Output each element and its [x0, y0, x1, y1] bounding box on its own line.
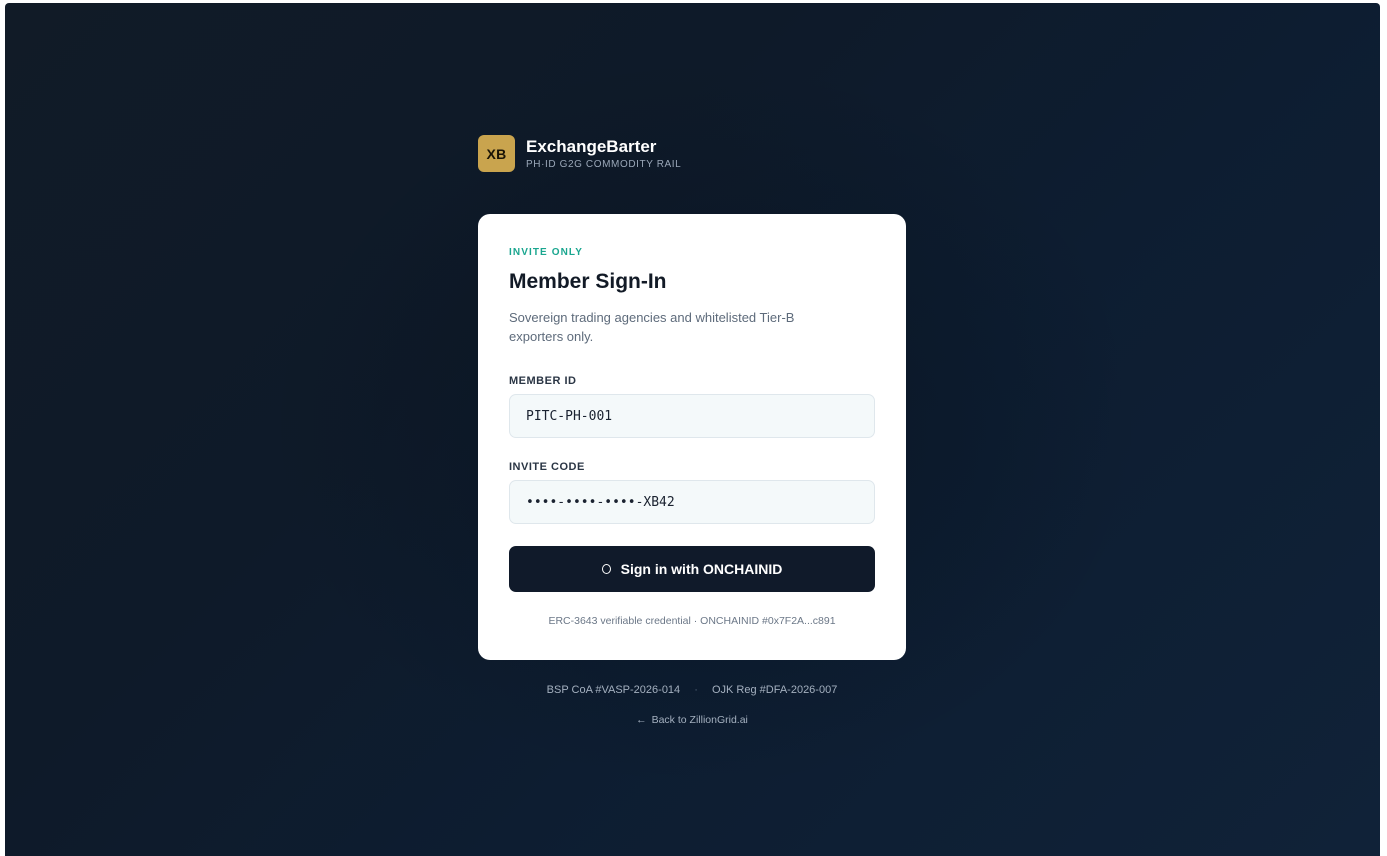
page-title: Member Sign-In: [509, 270, 667, 293]
member-id-label: MEMBER ID: [509, 375, 577, 387]
member-id-input[interactable]: PITC-PH-001: [509, 394, 875, 438]
brand-name: ExchangeBarter: [526, 137, 657, 156]
invite-code-input[interactable]: ••••-••••-••••-XB42: [509, 480, 875, 524]
ring-icon: [601, 564, 611, 574]
bsp-registration: BSP CoA #VASP-2026-014: [546, 684, 681, 696]
ojk-registration: OJK Reg #DFA-2026-007: [711, 684, 838, 696]
back-link-label: Back to ZillionGrid.ai: [651, 714, 748, 726]
back-to-zilliongrid-link[interactable]: ← Back to ZillionGrid.ai: [478, 714, 906, 726]
signin-onchainid-button[interactable]: Sign in with ONCHAINID: [509, 546, 875, 592]
brand-logo: XB: [478, 135, 515, 172]
brand-header: XB ExchangeBarter PH·ID G2G COMMODITY RA…: [478, 135, 681, 172]
invite-code-label: INVITE CODE: [509, 461, 585, 473]
signin-button-label: Sign in with ONCHAINID: [620, 561, 783, 577]
page-background: XB ExchangeBarter PH·ID G2G COMMODITY RA…: [5, 3, 1380, 856]
invite-only-eyebrow: INVITE ONLY: [509, 247, 583, 258]
brand-text: ExchangeBarter PH·ID G2G COMMODITY RAIL: [526, 137, 681, 170]
signin-card: INVITE ONLY Member Sign-In Sovereign tra…: [478, 214, 906, 660]
brand-subtitle: PH·ID G2G COMMODITY RAIL: [526, 159, 682, 170]
regulatory-line: BSP CoA #VASP-2026-014 · OJK Reg #DFA-20…: [478, 684, 906, 696]
credential-note: ERC-3643 verifiable credential · ONCHAIN…: [548, 615, 836, 627]
signin-description: Sovereign trading agencies and whitelist…: [509, 310, 795, 344]
footer-separator: ·: [694, 684, 698, 696]
arrow-left-icon: ←: [636, 714, 647, 726]
